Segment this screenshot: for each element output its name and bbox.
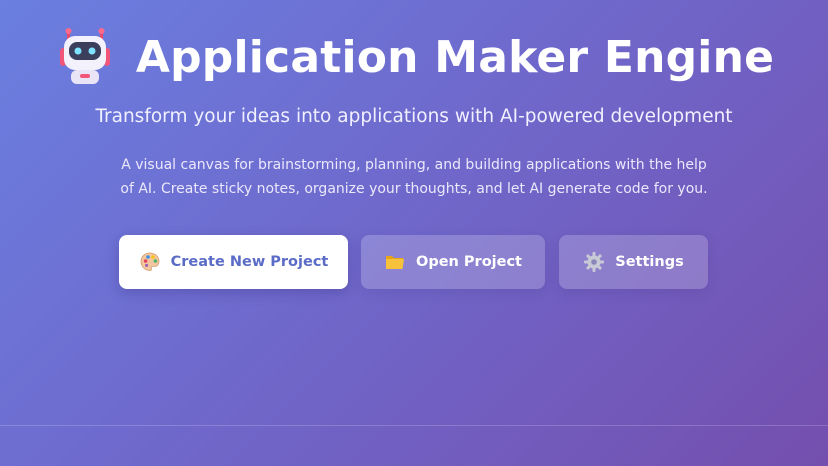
- folder-icon: [384, 251, 406, 273]
- title-row: Application Maker Engine: [0, 26, 828, 88]
- settings-label: Settings: [615, 254, 684, 270]
- create-new-project-button[interactable]: Create New Project: [119, 235, 348, 289]
- create-new-project-label: Create New Project: [170, 254, 329, 270]
- open-project-label: Open Project: [416, 254, 522, 270]
- gear-icon: [583, 251, 605, 273]
- robot-icon: [54, 26, 116, 88]
- settings-button[interactable]: Settings: [559, 235, 708, 289]
- action-buttons: Create New Project Open Project Settings: [119, 235, 719, 289]
- subtitle: Transform your ideas into applications w…: [95, 106, 733, 127]
- divider: [0, 425, 828, 426]
- page-title: Application Maker Engine: [135, 31, 775, 83]
- hero-section: Application Maker Engine Transform your …: [0, 0, 828, 425]
- palette-icon: [139, 251, 161, 273]
- open-project-button[interactable]: Open Project: [361, 235, 545, 289]
- description: A visual canvas for brainstorming, plann…: [120, 157, 708, 197]
